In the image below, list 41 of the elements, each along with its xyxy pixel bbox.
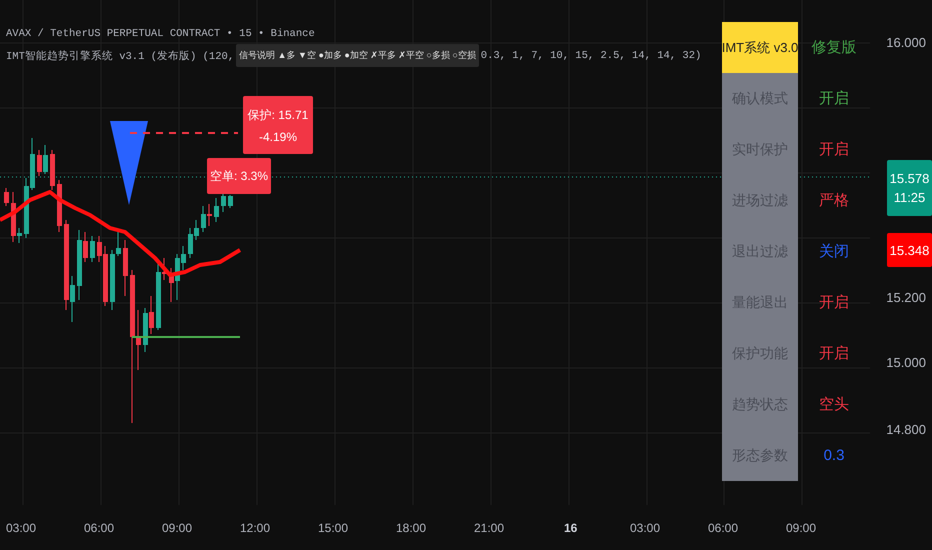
price-marker: 15.348	[887, 233, 932, 267]
signal-tooltip: 信号说明 ▲多 ▼空 ●加多 ●加空 ✗平多 ✗平空 ○多损 ○空损	[236, 44, 479, 67]
candlestick	[228, 194, 233, 208]
time-label: 06:00	[708, 520, 740, 534]
position-label: 空单: 3.3%	[207, 158, 271, 194]
time-label: 03:00	[630, 520, 662, 534]
time-label: 18:00	[396, 520, 428, 534]
candlestick	[4, 188, 9, 206]
time-label: 09:00	[786, 520, 818, 534]
time-label: 06:00	[84, 520, 116, 534]
time-label: 03:00	[6, 520, 38, 534]
price-label: 15.200	[886, 290, 926, 305]
protect-price-label: 保护: 15.71 -4.19%	[243, 96, 313, 154]
price-label: 16.000	[886, 35, 926, 50]
price-label: 14.800	[886, 422, 926, 437]
candlestick	[90, 236, 95, 262]
table-header-cell: IMT系统 v3.0	[722, 22, 798, 73]
table-cell-text: 修复版	[810, 38, 858, 58]
candlestick	[214, 198, 219, 222]
time-label: 16	[563, 520, 578, 534]
table-cell-text: 关闭	[818, 242, 850, 262]
indicator-params: 0.3, 1, 7, 10, 15, 2.5, 14, 14, 32)	[480, 50, 702, 62]
time-label: 09:00	[162, 520, 194, 534]
time-label: 15:00	[318, 520, 350, 534]
indicator-name: IMT智能趋势引擎系统 v3.1 (发布版) (120,	[6, 49, 234, 62]
sell-signal-triangle-icon	[110, 121, 148, 205]
table-cell-text: 空头	[818, 395, 850, 415]
candlestick	[50, 150, 55, 190]
table-cell-text: 开启	[818, 344, 850, 364]
time-label: 12:00	[240, 520, 272, 534]
time-label: 21:00	[474, 520, 506, 534]
table-cell-text: 严格	[818, 191, 850, 211]
table-cell-text: 0.3	[822, 446, 846, 466]
candlestick	[57, 180, 62, 232]
symbol-title: AVAX / TetherUS PERPETUAL CONTRACT • 15 • Binance	[6, 28, 316, 40]
price-label: 15.000	[886, 355, 926, 370]
table-cell-text: 开启	[818, 140, 850, 160]
table-cell-text: 开启	[818, 89, 850, 109]
last-price-label: 15.578 11:25	[887, 160, 932, 216]
candlestick	[123, 240, 128, 296]
table-cell-text: 开启	[818, 293, 850, 313]
